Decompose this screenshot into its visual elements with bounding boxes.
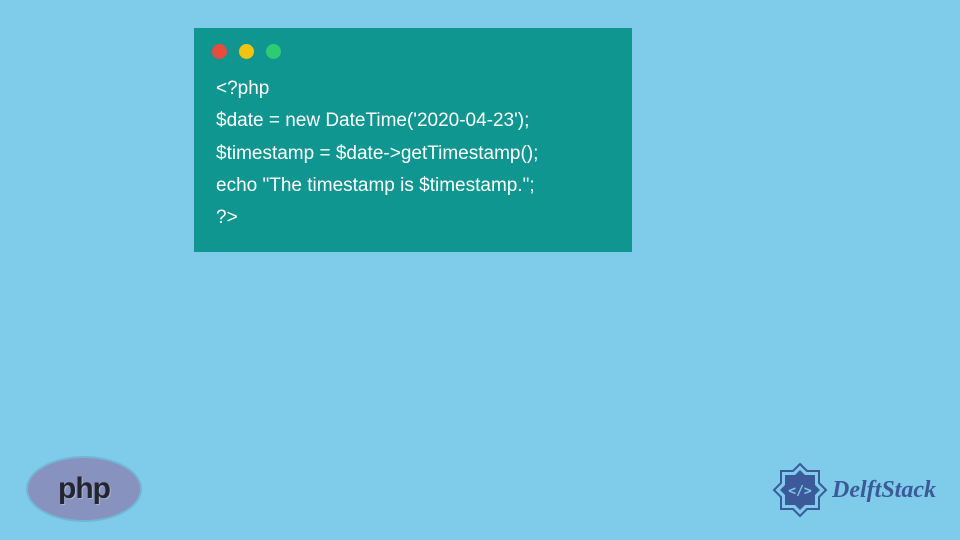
php-logo: php xyxy=(28,458,140,520)
code-line: echo "The timestamp is $timestamp."; xyxy=(216,170,610,202)
svg-text:</>: </> xyxy=(788,484,812,499)
window-close-icon xyxy=(212,44,227,59)
php-logo-text: php xyxy=(58,472,110,506)
code-line: <?php xyxy=(216,73,610,105)
delftstack-logo: </> DelftStack xyxy=(772,462,936,518)
code-line: $date = new DateTime('2020-04-23'); xyxy=(216,105,610,137)
code-content: <?php$date = new DateTime('2020-04-23');… xyxy=(194,69,632,234)
code-line: ?> xyxy=(216,202,610,234)
code-window: <?php$date = new DateTime('2020-04-23');… xyxy=(194,28,632,252)
php-logo-ellipse: php xyxy=(28,458,140,520)
delftstack-text: DelftStack xyxy=(832,477,936,504)
window-minimize-icon xyxy=(239,44,254,59)
delftstack-icon: </> xyxy=(772,462,828,518)
window-controls xyxy=(194,28,632,69)
window-maximize-icon xyxy=(266,44,281,59)
code-line: $timestamp = $date->getTimestamp(); xyxy=(216,138,610,170)
